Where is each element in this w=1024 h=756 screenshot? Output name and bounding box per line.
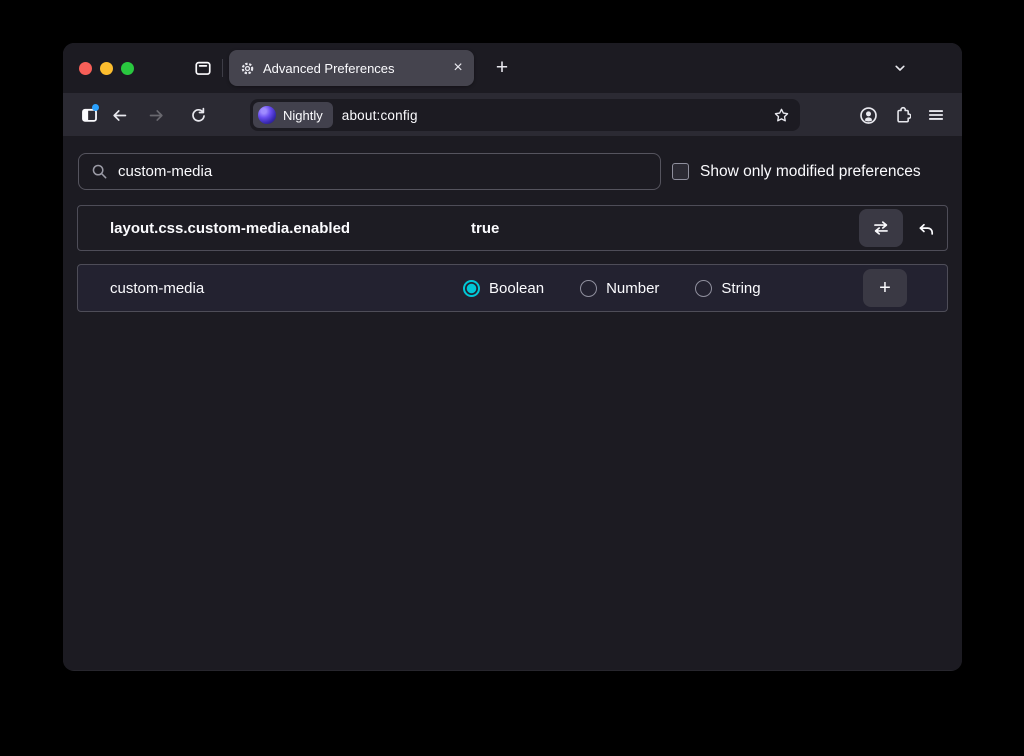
radio-boolean[interactable] <box>463 280 480 297</box>
chevron-down-icon <box>892 60 908 76</box>
radio-string[interactable] <box>695 280 712 297</box>
new-tab-button[interactable]: + <box>486 52 518 84</box>
forward-button[interactable] <box>140 99 172 131</box>
preference-value: true <box>471 220 499 237</box>
reset-preference-button[interactable] <box>909 212 942 245</box>
puzzle-piece-icon <box>893 106 911 124</box>
tab-bar: Advanced Preferences × + <box>63 43 962 93</box>
radio-boolean-label: Boolean <box>489 280 544 297</box>
show-only-modified-checkbox[interactable] <box>672 163 689 180</box>
reload-icon <box>190 107 207 124</box>
tab-advanced-preferences[interactable]: Advanced Preferences × <box>229 50 474 86</box>
star-icon <box>773 107 790 124</box>
extensions-button[interactable] <box>886 99 918 131</box>
undo-arrow-icon <box>917 220 935 238</box>
url-text: about:config <box>342 108 418 123</box>
type-option-number[interactable]: Number <box>580 280 659 297</box>
add-preference-button[interactable]: + <box>863 269 907 307</box>
zoom-window-button[interactable] <box>121 62 134 75</box>
identity-chip[interactable]: Nightly <box>253 102 333 128</box>
identity-chip-label: Nightly <box>283 108 323 123</box>
reload-button[interactable] <box>182 99 214 131</box>
sidebar-button[interactable] <box>73 99 105 131</box>
toggle-arrows-icon <box>872 219 890 237</box>
toggle-preference-button[interactable] <box>859 209 903 247</box>
type-option-boolean[interactable]: Boolean <box>463 280 544 297</box>
minimize-window-button[interactable] <box>100 62 113 75</box>
preference-type-options: Boolean Number String <box>463 280 761 297</box>
back-arrow-icon <box>111 107 128 124</box>
toolbar-right-buttons <box>852 99 952 131</box>
forward-arrow-icon <box>148 107 165 124</box>
new-preference-name: custom-media <box>110 280 204 297</box>
url-bar[interactable]: Nightly about:config <box>250 99 800 131</box>
type-option-string[interactable]: String <box>695 280 760 297</box>
navigation-toolbar: Nightly about:config <box>63 93 962 137</box>
firefox-nightly-logo-icon <box>258 106 276 124</box>
notification-dot <box>92 104 99 111</box>
hamburger-menu-icon <box>927 106 945 124</box>
menu-button[interactable] <box>920 99 952 131</box>
add-preference-row: custom-media Boolean Number String + <box>77 264 948 312</box>
radio-number[interactable] <box>580 280 597 297</box>
account-button[interactable] <box>852 99 884 131</box>
close-window-button[interactable] <box>79 62 92 75</box>
search-icon <box>91 163 108 180</box>
preference-search-box[interactable] <box>78 153 661 190</box>
show-only-modified-label: Show only modified preferences <box>700 163 921 181</box>
back-button[interactable] <box>103 99 135 131</box>
list-all-tabs-button[interactable] <box>884 52 916 84</box>
account-icon <box>859 106 878 125</box>
preference-row: layout.css.custom-media.enabled true <box>77 205 948 251</box>
firefox-view-button[interactable] <box>187 52 219 84</box>
radio-string-label: String <box>721 280 760 297</box>
bookmark-star-button[interactable] <box>768 102 794 128</box>
gear-icon <box>240 61 255 76</box>
traffic-lights <box>79 62 134 75</box>
tab-separator <box>222 59 223 77</box>
radio-number-label: Number <box>606 280 659 297</box>
search-input[interactable] <box>118 163 648 180</box>
tab-title: Advanced Preferences <box>263 61 439 76</box>
filter-modified-group: Show only modified preferences <box>672 153 921 190</box>
firefox-view-icon <box>194 59 212 77</box>
about-config-page: Show only modified preferences layout.cs… <box>63 137 962 670</box>
browser-window: Advanced Preferences × + <box>63 43 962 671</box>
tab-close-button[interactable]: × <box>447 57 469 79</box>
preference-name: layout.css.custom-media.enabled <box>110 220 471 237</box>
